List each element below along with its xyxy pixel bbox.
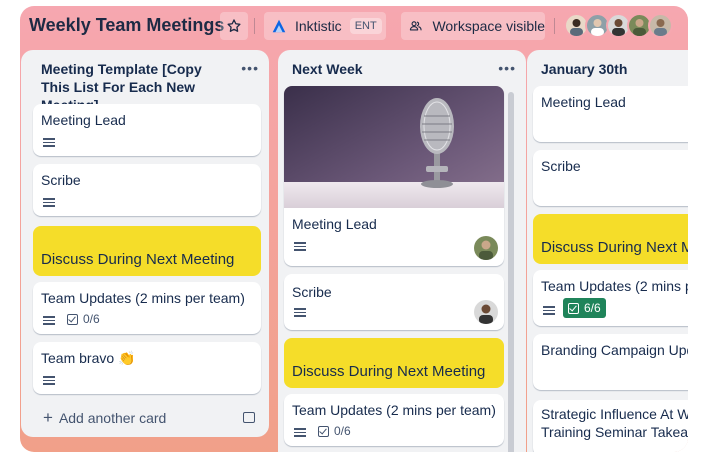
card-branding-campaign[interactable]: Branding Campaign Update (533, 334, 688, 390)
description-icon (43, 376, 55, 386)
card-title: Meeting Lead (292, 216, 377, 232)
list-scrollbar[interactable] (508, 92, 514, 452)
card-title: Meeting Lead (541, 94, 626, 110)
member-avatars[interactable] (564, 13, 673, 39)
description-icon (43, 138, 55, 148)
card-title: Branding Campaign Update (541, 342, 688, 358)
card-team-updates[interactable]: Team Updates (2 mins per team) 6/6 (533, 270, 688, 326)
template-icon[interactable] (243, 412, 255, 423)
description-icon (294, 242, 306, 252)
card-title: Team bravo 👏 (41, 350, 136, 366)
description-icon (294, 428, 306, 438)
card-title: Scribe (292, 284, 332, 300)
card-team-bravo[interactable]: Team bravo 👏 (33, 342, 261, 394)
list-next-week[interactable]: Next Week ••• Meeting Lead Scribe Discus… (278, 50, 526, 452)
menu-dots-icon[interactable]: ••• (241, 60, 259, 76)
card-discuss-next-meeting[interactable]: Discuss During Next Meeting (533, 214, 688, 264)
card-discuss-next-meeting[interactable]: Discuss During Next Meeting (284, 338, 504, 388)
list-title[interactable]: January 30th (541, 60, 688, 78)
card-title: Discuss During Next Meeting (41, 251, 235, 268)
plus-icon: + (43, 408, 53, 427)
checklist-icon (318, 425, 329, 437)
avatar[interactable] (474, 236, 498, 260)
visibility-label: Workspace visible (432, 18, 545, 34)
card-title: Meeting Lead (41, 112, 126, 128)
board-canvas: Weekly Team Meetings Inktistic ENT Works… (20, 6, 688, 452)
board-header: Weekly Team Meetings Inktistic ENT Works… (20, 6, 688, 46)
card-discuss-next-meeting[interactable]: Discuss During Next Meeting (33, 226, 261, 276)
description-icon (43, 316, 55, 326)
add-card-label: Add another card (58, 410, 167, 426)
avatar[interactable] (474, 300, 498, 324)
checklist-icon (568, 302, 579, 314)
card-meeting-lead[interactable]: Meeting Lead (533, 86, 688, 142)
star-button[interactable] (220, 12, 248, 40)
divider (254, 18, 255, 34)
divider (554, 18, 555, 34)
card-scribe[interactable]: Scribe (284, 274, 504, 330)
card-team-updates[interactable]: Team Updates (2 mins per team) 0/6 (33, 282, 261, 334)
workspace-button[interactable]: Inktistic ENT (264, 12, 386, 40)
description-icon (294, 308, 306, 318)
card-title: Team Updates (2 mins per team) (292, 402, 496, 418)
microphone-cover-image (284, 86, 504, 208)
card-meeting-lead[interactable]: Meeting Lead (33, 104, 261, 156)
card-meeting-lead[interactable]: Meeting Lead (284, 86, 504, 266)
avatar[interactable] (648, 13, 673, 38)
list-title[interactable]: Next Week (292, 60, 482, 78)
card-strategic-influence[interactable]: Strategic Influence At Work Training Sem… (533, 400, 688, 452)
checklist-count: 0/6 (334, 424, 351, 438)
card-title: Team Updates (2 mins per team) (541, 278, 688, 294)
description-icon (543, 306, 555, 316)
enterprise-badge: ENT (349, 18, 382, 34)
checklist-badge-complete: 6/6 (563, 298, 606, 318)
card-title: Scribe (41, 172, 81, 188)
description-icon (43, 198, 55, 208)
card-scribe[interactable]: Scribe (33, 164, 261, 216)
checklist-badge: 0/6 (318, 424, 351, 438)
checklist-count: 6/6 (584, 301, 601, 315)
card-title: Discuss During Next Meeting (541, 239, 688, 256)
card-team-updates[interactable]: Team Updates (2 mins per team) 0/6 (284, 394, 504, 446)
card-title: Scribe (541, 158, 581, 174)
workspace-logo-icon (272, 19, 286, 33)
board-title[interactable]: Weekly Team Meetings (29, 15, 224, 36)
checklist-badge: 0/6 (67, 312, 100, 326)
list-meeting-template[interactable]: Meeting Template [Copy This List For Eac… (21, 50, 269, 437)
workspace-name: Inktistic (295, 18, 342, 34)
card-subtitle: Training Seminar Takeaways (541, 424, 688, 440)
star-icon (227, 19, 241, 32)
menu-dots-icon[interactable]: ••• (498, 60, 516, 76)
visibility-button[interactable]: Workspace visible (401, 12, 545, 40)
card-scribe[interactable]: Scribe (533, 150, 688, 206)
checklist-count: 0/6 (83, 312, 100, 326)
checklist-icon (67, 313, 78, 325)
card-title: Strategic Influence At Work (541, 406, 688, 422)
card-title: Discuss During Next Meeting (292, 363, 486, 380)
list-january-30th[interactable]: January 30th Meeting Lead Scribe Discuss… (527, 50, 688, 452)
add-card-button[interactable]: + Add another card (43, 408, 166, 428)
card-title: Team Updates (2 mins per team) (41, 290, 245, 306)
people-icon (409, 21, 422, 31)
